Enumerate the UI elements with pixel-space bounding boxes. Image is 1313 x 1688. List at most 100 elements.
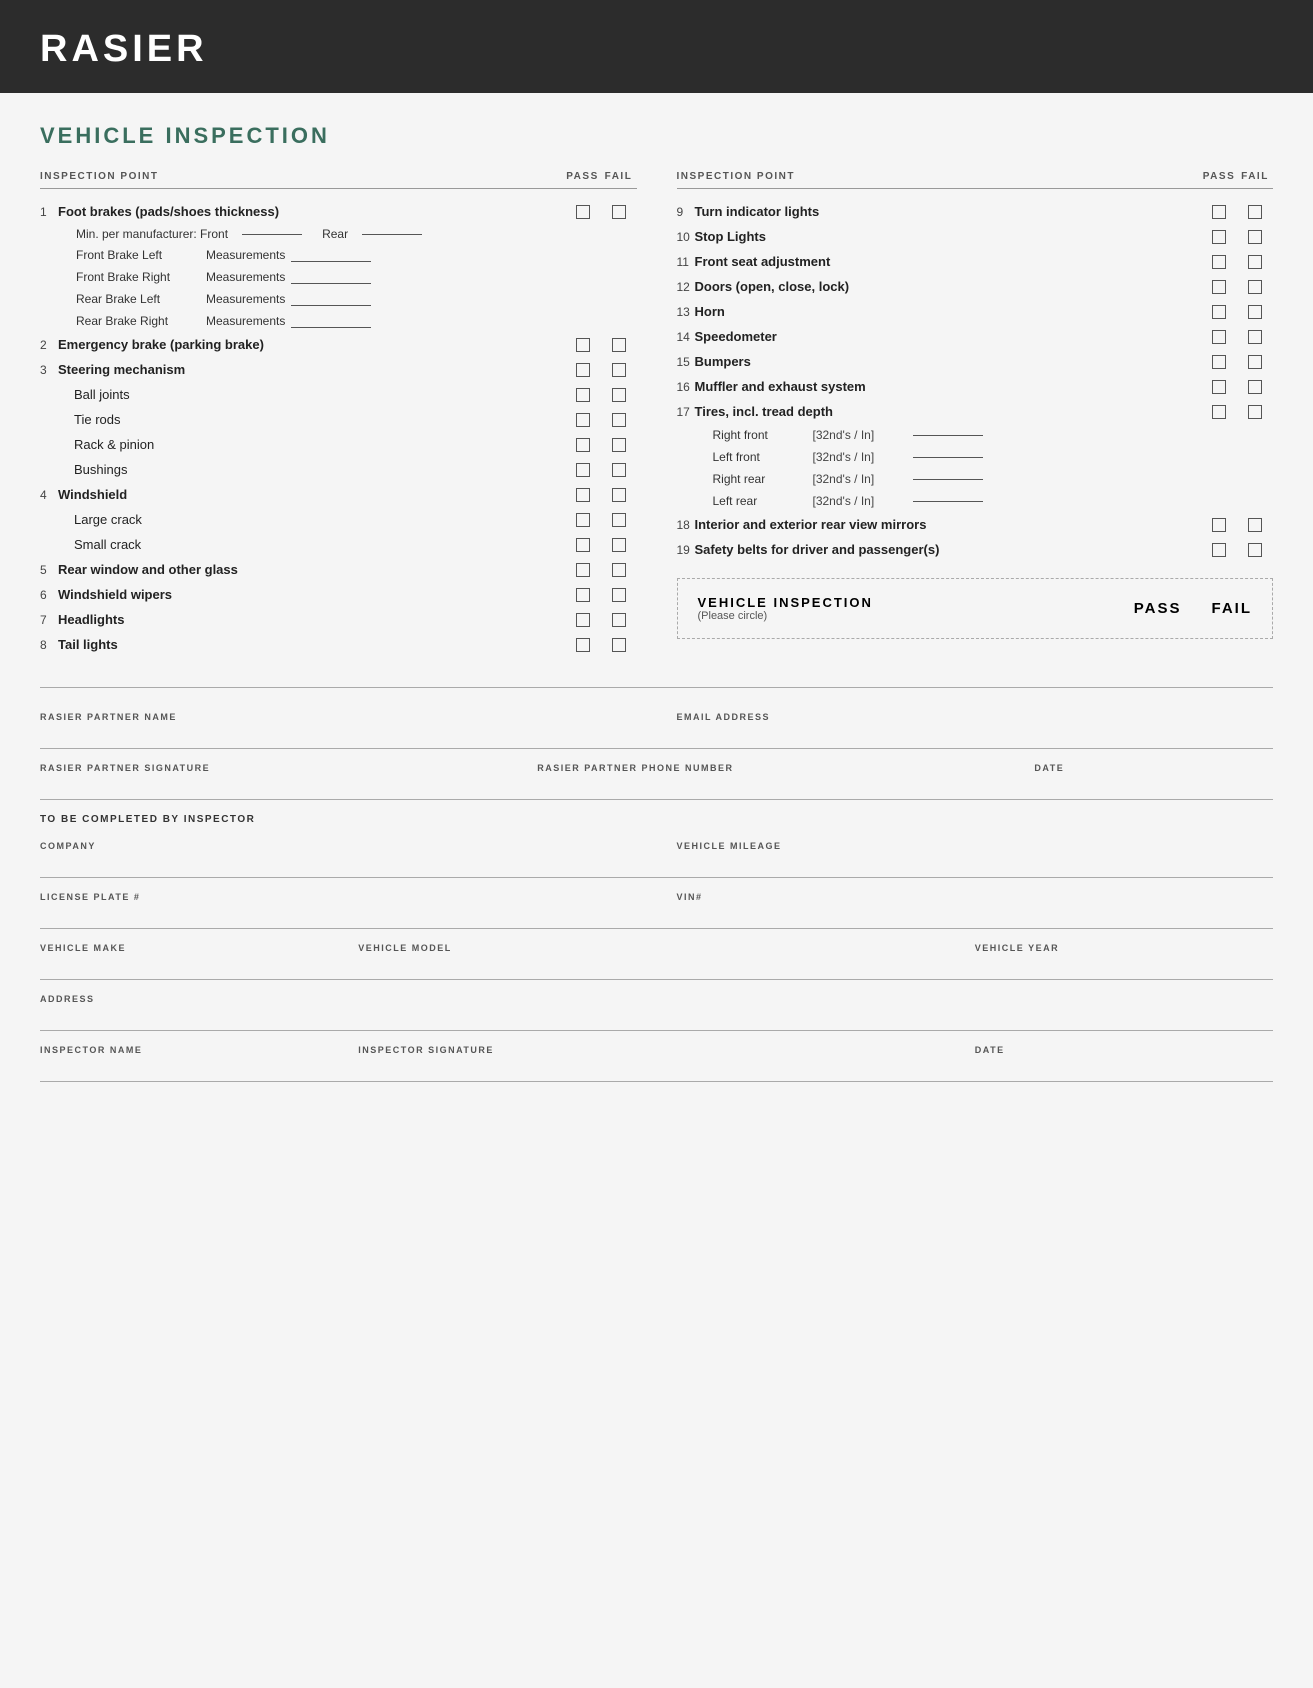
checkbox-13-pass[interactable] bbox=[1212, 305, 1226, 319]
input-email[interactable] bbox=[677, 722, 1274, 742]
checkbox-12-pass[interactable] bbox=[1212, 280, 1226, 294]
checkbox-19-fail[interactable] bbox=[1248, 543, 1262, 557]
item-number-18: 18 bbox=[677, 518, 695, 532]
checkbox-6-pass[interactable] bbox=[576, 588, 590, 602]
inspection-item-rack-pinion: Rack & pinion bbox=[40, 432, 637, 457]
field-address: ADDRESS bbox=[40, 994, 1273, 1024]
checkbox-15-fail[interactable] bbox=[1248, 355, 1262, 369]
checkbox-13-fail[interactable] bbox=[1248, 305, 1262, 319]
inspection-item-12: 12 Doors (open, close, lock) bbox=[677, 274, 1274, 299]
checkbox-14-fail[interactable] bbox=[1248, 330, 1262, 344]
input-license[interactable] bbox=[40, 902, 637, 922]
field-label-date-2: DATE bbox=[975, 1045, 1273, 1055]
input-partner-name[interactable] bbox=[40, 722, 637, 742]
inspection-item-8: 8 Tail lights bbox=[40, 632, 637, 657]
field-license: LICENSE PLATE # bbox=[40, 892, 637, 922]
checkbox-16-pass[interactable] bbox=[1212, 380, 1226, 394]
inspection-item-tie-rods: Tie rods bbox=[40, 407, 637, 432]
item-label-rack-pinion: Rack & pinion bbox=[74, 437, 565, 452]
checkbox-7-fail[interactable] bbox=[612, 613, 626, 627]
checkbox-6-fail[interactable] bbox=[612, 588, 626, 602]
checkbox-17-fail[interactable] bbox=[1248, 405, 1262, 419]
input-year[interactable] bbox=[975, 953, 1273, 973]
checkbox-12-fail[interactable] bbox=[1248, 280, 1262, 294]
inspection-item-11: 11 Front seat adjustment bbox=[677, 249, 1274, 274]
item-number-7: 7 bbox=[40, 613, 58, 627]
checkbox-18-pass[interactable] bbox=[1212, 518, 1226, 532]
item-number-19: 19 bbox=[677, 543, 695, 557]
item-label-1: Foot brakes (pads/shoes thickness) bbox=[58, 204, 565, 219]
checkbox-3-pass[interactable] bbox=[576, 363, 590, 377]
left-column: INSPECTION POINT PASS FAIL 1 Foot brakes… bbox=[40, 171, 637, 657]
checkbox-rp-pass[interactable] bbox=[576, 438, 590, 452]
checkbox-lc-fail[interactable] bbox=[612, 513, 626, 527]
min-mfg-front-line bbox=[242, 234, 302, 235]
input-make[interactable] bbox=[40, 953, 338, 973]
checkbox-rp-fail[interactable] bbox=[612, 438, 626, 452]
checkbox-3-fail[interactable] bbox=[612, 363, 626, 377]
checkbox-15-pass[interactable] bbox=[1212, 355, 1226, 369]
input-inspector-signature[interactable] bbox=[358, 1055, 955, 1075]
checkbox-2-pass[interactable] bbox=[576, 338, 590, 352]
tread-row-lr: Left rear [32nd's / In] bbox=[677, 490, 1274, 512]
form-row-5: VEHICLE MAKE VEHICLE MODEL VEHICLE YEAR bbox=[40, 929, 1273, 980]
item-number-17: 17 bbox=[677, 405, 695, 419]
checkbox-17-pass[interactable] bbox=[1212, 405, 1226, 419]
checkbox-9-pass[interactable] bbox=[1212, 205, 1226, 219]
input-company[interactable] bbox=[40, 851, 637, 871]
inspection-item-9: 9 Turn indicator lights bbox=[677, 199, 1274, 224]
checkbox-tr-fail[interactable] bbox=[612, 413, 626, 427]
input-date-1[interactable] bbox=[1034, 773, 1273, 793]
checkbox-11-pass[interactable] bbox=[1212, 255, 1226, 269]
checkbox-lc-pass[interactable] bbox=[576, 513, 590, 527]
field-label-inspector-name: INSPECTOR NAME bbox=[40, 1045, 338, 1055]
item-number-1: 1 bbox=[40, 205, 58, 219]
checkbox-18-fail[interactable] bbox=[1248, 518, 1262, 532]
checkbox-9-fail[interactable] bbox=[1248, 205, 1262, 219]
checkbox-14-pass[interactable] bbox=[1212, 330, 1226, 344]
input-vin[interactable] bbox=[677, 902, 1274, 922]
checkbox-8-fail[interactable] bbox=[612, 638, 626, 652]
main-content: VEHICLE INSPECTION INSPECTION POINT PASS… bbox=[0, 93, 1313, 1112]
checkbox-5-pass[interactable] bbox=[576, 563, 590, 577]
meas-text-rbr: Measurements bbox=[206, 314, 285, 328]
checkbox-16-fail[interactable] bbox=[1248, 380, 1262, 394]
checkbox-1-pass[interactable] bbox=[576, 205, 590, 219]
checkbox-1-fail[interactable] bbox=[612, 205, 626, 219]
summary-options: PASS FAIL bbox=[1134, 600, 1252, 617]
field-label-email: EMAIL ADDRESS bbox=[677, 712, 1274, 722]
checkbox-5-fail[interactable] bbox=[612, 563, 626, 577]
checkbox-bu-pass[interactable] bbox=[576, 463, 590, 477]
item-number-12: 12 bbox=[677, 280, 695, 294]
item-number-10: 10 bbox=[677, 230, 695, 244]
checkbox-2-fail[interactable] bbox=[612, 338, 626, 352]
field-label-company: COMPANY bbox=[40, 841, 637, 851]
input-inspector-name[interactable] bbox=[40, 1055, 338, 1075]
checkbox-11-fail[interactable] bbox=[1248, 255, 1262, 269]
input-model[interactable] bbox=[358, 953, 955, 973]
input-phone[interactable] bbox=[537, 773, 1014, 793]
inspection-item-6: 6 Windshield wipers bbox=[40, 582, 637, 607]
input-address[interactable] bbox=[40, 1004, 1273, 1024]
checkbox-sc-fail[interactable] bbox=[612, 538, 626, 552]
checkbox-10-pass[interactable] bbox=[1212, 230, 1226, 244]
checkbox-tr-pass[interactable] bbox=[576, 413, 590, 427]
checkbox-bj-fail[interactable] bbox=[612, 388, 626, 402]
input-mileage[interactable] bbox=[677, 851, 1274, 871]
form-row-6: ADDRESS bbox=[40, 980, 1273, 1031]
input-date-2[interactable] bbox=[975, 1055, 1273, 1075]
checkbox-4-pass[interactable] bbox=[576, 488, 590, 502]
input-signature[interactable] bbox=[40, 773, 517, 793]
checkbox-4-fail[interactable] bbox=[612, 488, 626, 502]
tread-row-rr: Right rear [32nd's / In] bbox=[677, 468, 1274, 490]
tread-unit-lr: [32nd's / In] bbox=[813, 494, 913, 508]
checkbox-7-pass[interactable] bbox=[576, 613, 590, 627]
checkbox-sc-pass[interactable] bbox=[576, 538, 590, 552]
checkbox-19-pass[interactable] bbox=[1212, 543, 1226, 557]
checkbox-bj-pass[interactable] bbox=[576, 388, 590, 402]
checkbox-10-fail[interactable] bbox=[1248, 230, 1262, 244]
checkbox-8-pass[interactable] bbox=[576, 638, 590, 652]
item-number-14: 14 bbox=[677, 330, 695, 344]
checkbox-bu-fail[interactable] bbox=[612, 463, 626, 477]
field-date-2: DATE bbox=[975, 1045, 1273, 1075]
